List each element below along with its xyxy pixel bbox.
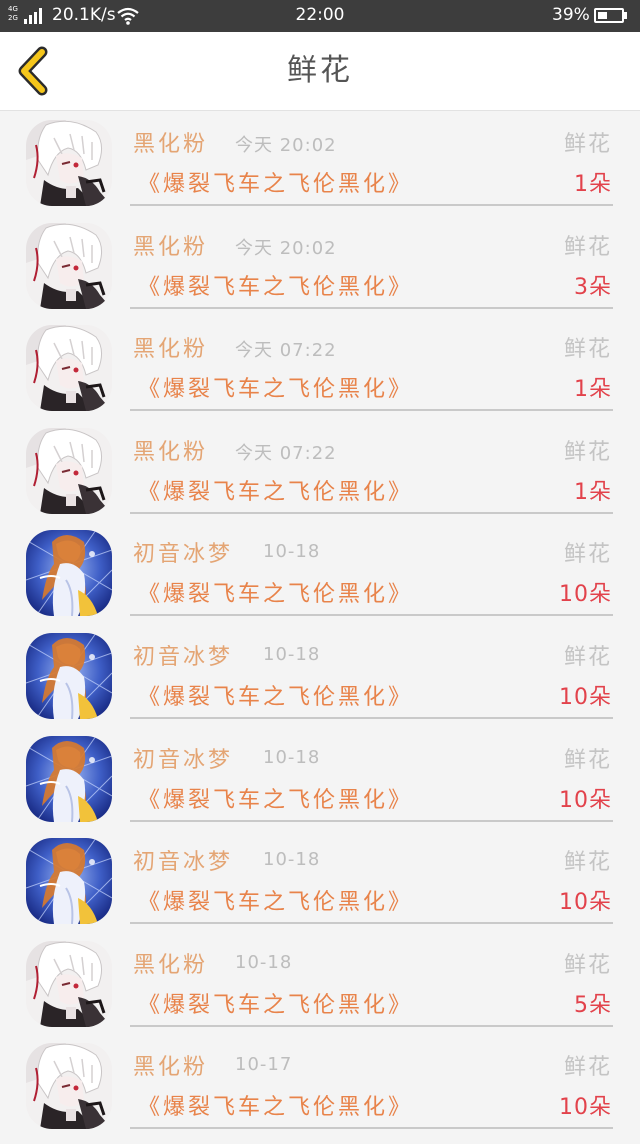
gift-record-list: 黑化粉 今天 20:02 鲜花 《爆裂飞车之飞伦黑化》 1朵 黑化粉 今天 20:02 鲜花… (0, 118, 640, 1144)
gift-type: 鲜花 (563, 850, 612, 876)
book-title[interactable]: 《爆裂飞车之飞伦黑化》 (138, 576, 413, 608)
book-title[interactable]: 《爆裂飞车之飞伦黑化》 (138, 987, 413, 1019)
gift-type: 鲜花 (563, 952, 612, 978)
record-row[interactable]: 黑化粉 10-18 鲜花《爆裂飞车之飞伦黑化》 5朵 (0, 939, 640, 1042)
record-row[interactable]: 初音冰梦 10-18 鲜花《爆裂飞车之飞伦黑化》 10朵 (0, 734, 640, 837)
record-time: 10-18 (263, 849, 321, 871)
avatar[interactable] (26, 325, 112, 412)
gift-type: 鲜花 (563, 747, 612, 773)
clock: 22:00 (295, 5, 345, 25)
record-time: 10-18 (263, 541, 321, 563)
book-title[interactable]: 《爆裂飞车之飞伦黑化》 (138, 166, 413, 198)
record-time: 今天 20:02 (235, 135, 337, 156)
user-name[interactable]: 黑化粉 (133, 229, 208, 261)
book-title[interactable]: 《爆裂飞车之飞伦黑化》 (138, 679, 413, 711)
flower-count: 10朵 (559, 1095, 612, 1121)
avatar[interactable] (26, 632, 112, 719)
user-name[interactable]: 初音冰梦 (133, 536, 233, 568)
user-name[interactable]: 初音冰梦 (133, 844, 233, 876)
user-name[interactable]: 黑化粉 (133, 126, 208, 158)
record-time: 10-18 (263, 746, 321, 768)
user-name[interactable]: 黑化粉 (133, 331, 208, 363)
book-title[interactable]: 《爆裂飞车之飞伦黑化》 (138, 269, 413, 301)
record-time: 10-18 (235, 951, 293, 973)
divider (130, 614, 613, 617)
avatar[interactable] (26, 735, 112, 822)
gift-type: 鲜花 (563, 644, 612, 670)
divider (130, 1127, 613, 1130)
avatar[interactable] (26, 940, 112, 1027)
flower-count: 1朵 (574, 479, 612, 505)
divider (130, 306, 613, 309)
page-title: 鲜花 (287, 53, 353, 88)
book-title[interactable]: 《爆裂飞车之飞伦黑化》 (138, 1089, 413, 1121)
user-name[interactable]: 黑化粉 (133, 947, 208, 979)
record-row[interactable]: 初音冰梦 10-18 鲜花《爆裂飞车之飞伦黑化》 10朵 (0, 631, 640, 734)
record-row[interactable]: 黑化粉 今天 07:22 鲜花《爆裂飞车之飞伦黑化》 1朵 (0, 323, 640, 426)
nav-bar: 鲜花 (0, 32, 640, 111)
divider (130, 1024, 613, 1027)
record-row[interactable]: 初音冰梦 10-18 鲜花《爆裂飞车之飞伦黑化》 10朵 (0, 528, 640, 631)
flower-count: 10朵 (559, 684, 612, 710)
avatar[interactable] (26, 120, 112, 206)
flower-count: 5朵 (574, 992, 612, 1018)
record-row[interactable]: 黑化粉 10-17 鲜花《爆裂飞车之飞伦黑化》 10朵 (0, 1041, 640, 1144)
record-time: 今天 07:22 (235, 442, 337, 464)
flower-count: 10朵 (559, 787, 612, 813)
divider (130, 922, 613, 925)
divider (130, 819, 613, 822)
book-title[interactable]: 《爆裂飞车之飞伦黑化》 (138, 371, 413, 403)
flower-count: 10朵 (559, 582, 612, 608)
battery-percent: 39% (552, 5, 590, 25)
gift-type: 鲜花 (563, 337, 612, 363)
record-time: 10-18 (263, 643, 321, 665)
record-row[interactable]: 黑化粉 今天 20:02 鲜花《爆裂飞车之飞伦黑化》 3朵 (0, 221, 640, 324)
battery-tip (624, 12, 627, 19)
gift-type: 鲜花 (563, 542, 612, 568)
battery-level (598, 12, 607, 19)
user-name[interactable]: 初音冰梦 (133, 639, 233, 671)
record-row[interactable]: 初音冰梦 10-18 鲜花《爆裂飞车之飞伦黑化》 10朵 (0, 836, 640, 939)
avatar[interactable] (26, 838, 112, 925)
gift-type: 鲜花 (563, 132, 612, 157)
record-row[interactable]: 黑化粉 今天 20:02 鲜花《爆裂飞车之飞伦黑化》 1朵 (0, 118, 640, 221)
flower-count: 1朵 (574, 172, 612, 197)
gift-type: 鲜花 (563, 439, 612, 465)
chevron-left-icon (18, 46, 48, 96)
flower-count: 10朵 (559, 890, 612, 916)
user-name[interactable]: 黑化粉 (133, 434, 208, 466)
back-button[interactable] (12, 46, 58, 96)
avatar[interactable] (26, 1043, 112, 1130)
record-time: 今天 20:02 (235, 237, 337, 259)
book-title[interactable]: 《爆裂飞车之飞伦黑化》 (138, 884, 413, 916)
user-name[interactable]: 黑化粉 (133, 1049, 208, 1081)
divider (130, 204, 613, 206)
status-bar: 4G 2G 20.1K/s 22:00 39% (0, 0, 640, 32)
record-row[interactable]: 黑化粉 今天 07:22 鲜花《爆裂飞车之飞伦黑化》 1朵 (0, 426, 640, 529)
book-title[interactable]: 《爆裂飞车之飞伦黑化》 (138, 474, 413, 506)
battery-icon (594, 8, 624, 23)
flower-count: 3朵 (574, 274, 612, 300)
record-time: 10-17 (235, 1054, 293, 1076)
gift-type: 鲜花 (563, 1055, 612, 1081)
divider (130, 511, 613, 514)
avatar[interactable] (26, 427, 112, 514)
flower-count: 1朵 (574, 377, 612, 403)
user-name[interactable]: 初音冰梦 (133, 742, 233, 774)
avatar[interactable] (26, 222, 112, 309)
gift-type: 鲜花 (563, 234, 612, 260)
divider (130, 716, 613, 719)
divider (130, 409, 613, 412)
book-title[interactable]: 《爆裂飞车之飞伦黑化》 (138, 782, 413, 814)
record-time: 今天 07:22 (235, 340, 337, 362)
avatar[interactable] (26, 530, 112, 617)
